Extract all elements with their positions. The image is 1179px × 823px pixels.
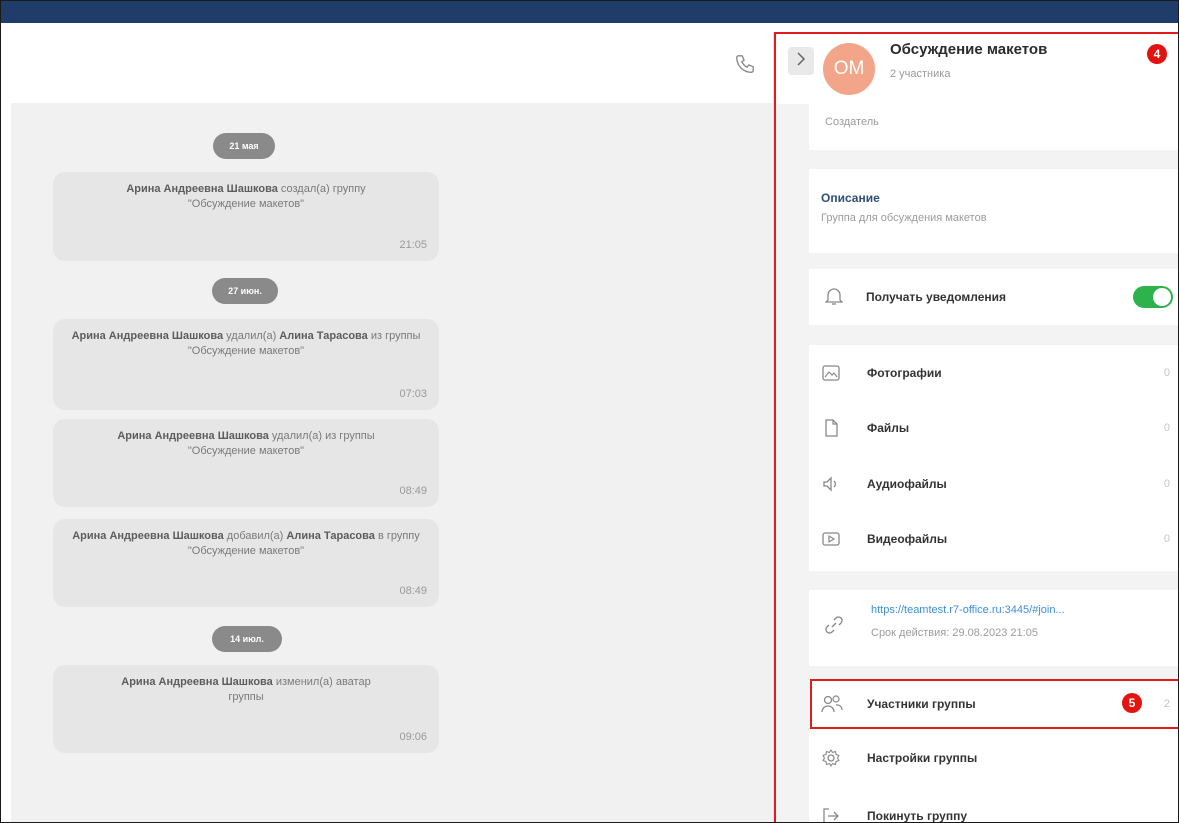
message-text: "Обсуждение макетов": [187, 198, 305, 210]
chevron-right-icon: [796, 51, 806, 71]
users-icon: [821, 694, 843, 714]
system-message: Арина Андреевна Шашкова удалил(а) Алина …: [53, 319, 439, 410]
phone-icon[interactable]: [734, 53, 756, 75]
message-action: удалил(а) из группы: [268, 430, 375, 442]
media-label: Видеофайлы: [867, 532, 948, 546]
leave-group-label: Покинуть группу: [867, 809, 968, 823]
group-title: Обсуждение макетов: [890, 41, 1048, 58]
message-time: 09:06: [399, 731, 427, 743]
message-text: "Обсуждение макетов": [187, 445, 305, 457]
gear-icon: [821, 748, 841, 768]
audio-icon: [821, 474, 841, 494]
leave-group-row[interactable]: Покинуть группу: [809, 793, 1178, 823]
group-members-count: 2: [1163, 698, 1170, 710]
message-text: группы: [228, 691, 264, 703]
app-window: 21 мая Арина Андреевна Шашкова создал(а)…: [0, 0, 1179, 823]
date-divider: 27 июн.: [212, 278, 278, 304]
message-action: добавил(а): [223, 530, 287, 542]
annotation-badge: 5: [1122, 693, 1142, 713]
media-count: 0: [1163, 478, 1170, 490]
group-member-count: 2 участника: [890, 68, 951, 80]
message-target: Алина Тарасова: [279, 330, 368, 342]
group-members-label: Участники группы: [867, 697, 976, 711]
system-message: Арина Андреевна Шашкова удалил(а) из гру…: [53, 419, 439, 507]
invite-link-card: https://teamtest.r7-office.ru:3445/#join…: [809, 590, 1178, 666]
invite-link[interactable]: https://teamtest.r7-office.ru:3445/#join…: [871, 604, 1065, 616]
message-author: Арина Андреевна Шашкова: [126, 183, 278, 195]
message-action: создал(а) группу: [277, 183, 366, 195]
message-author: Арина Андреевна Шашкова: [72, 530, 224, 542]
media-count: 0: [1163, 422, 1170, 434]
file-icon: [821, 418, 841, 438]
message-action: изменил(а) аватар: [272, 676, 371, 688]
link-icon: [823, 614, 845, 641]
media-count: 0: [1163, 367, 1170, 379]
description-card: Описание Группа для обсуждения макетов: [809, 169, 1178, 253]
media-row-photos[interactable]: Фотографии 0: [809, 350, 1178, 396]
message-time: 08:49: [399, 585, 427, 597]
message-action: удалил(а): [223, 330, 280, 342]
media-count: 0: [1163, 533, 1170, 545]
message-author: Арина Андреевна Шашкова: [121, 676, 273, 688]
media-row-audio[interactable]: Аудиофайлы 0: [809, 461, 1178, 507]
media-label: Файлы: [867, 421, 910, 435]
creator-card: Создатель: [809, 104, 1178, 150]
system-message: Арина Андреевна Шашкова добавил(а) Алина…: [53, 519, 439, 607]
message-time: 21:05: [399, 239, 427, 251]
group-settings-label: Настройки группы: [867, 751, 978, 765]
collapse-panel-button[interactable]: [788, 47, 814, 75]
description-label: Описание: [821, 191, 880, 205]
description-text: Группа для обсуждения макетов: [821, 212, 987, 224]
bell-icon: [824, 286, 844, 311]
invite-expiry: Срок действия: 29.08.2023 21:05: [871, 627, 1038, 639]
group-avatar[interactable]: ОМ: [823, 43, 875, 95]
message-time: 08:49: [399, 485, 427, 497]
media-label: Фотографии: [867, 366, 942, 380]
notifications-toggle[interactable]: [1133, 286, 1173, 308]
photo-icon: [821, 363, 841, 383]
group-settings-row[interactable]: Настройки группы: [809, 735, 1178, 781]
media-row-video[interactable]: Видеофайлы 0: [809, 516, 1178, 562]
media-row-files[interactable]: Файлы 0: [809, 405, 1178, 451]
video-icon: [821, 529, 841, 549]
annotation-badge: 4: [1147, 44, 1167, 64]
chat-header: [11, 23, 771, 103]
system-message: Арина Андреевна Шашкова изменил(а) авата…: [53, 665, 439, 753]
message-target: Алина Тарасова: [286, 530, 375, 542]
notifications-label: Получать уведомления: [866, 290, 1007, 304]
top-bar: [1, 1, 1178, 23]
message-author: Арина Андреевна Шашкова: [71, 330, 224, 342]
message-time: 07:03: [399, 388, 427, 400]
exit-icon: [821, 806, 841, 822]
date-divider: 21 мая: [213, 133, 275, 159]
date-divider: 14 июл.: [212, 626, 282, 652]
message-author: Арина Андреевна Шашкова: [117, 430, 269, 442]
system-message: Арина Андреевна Шашкова создал(а) группу…: [53, 172, 439, 261]
notifications-card: Получать уведомления: [809, 269, 1178, 325]
media-label: Аудиофайлы: [867, 477, 947, 491]
creator-label: Создатель: [825, 116, 879, 128]
